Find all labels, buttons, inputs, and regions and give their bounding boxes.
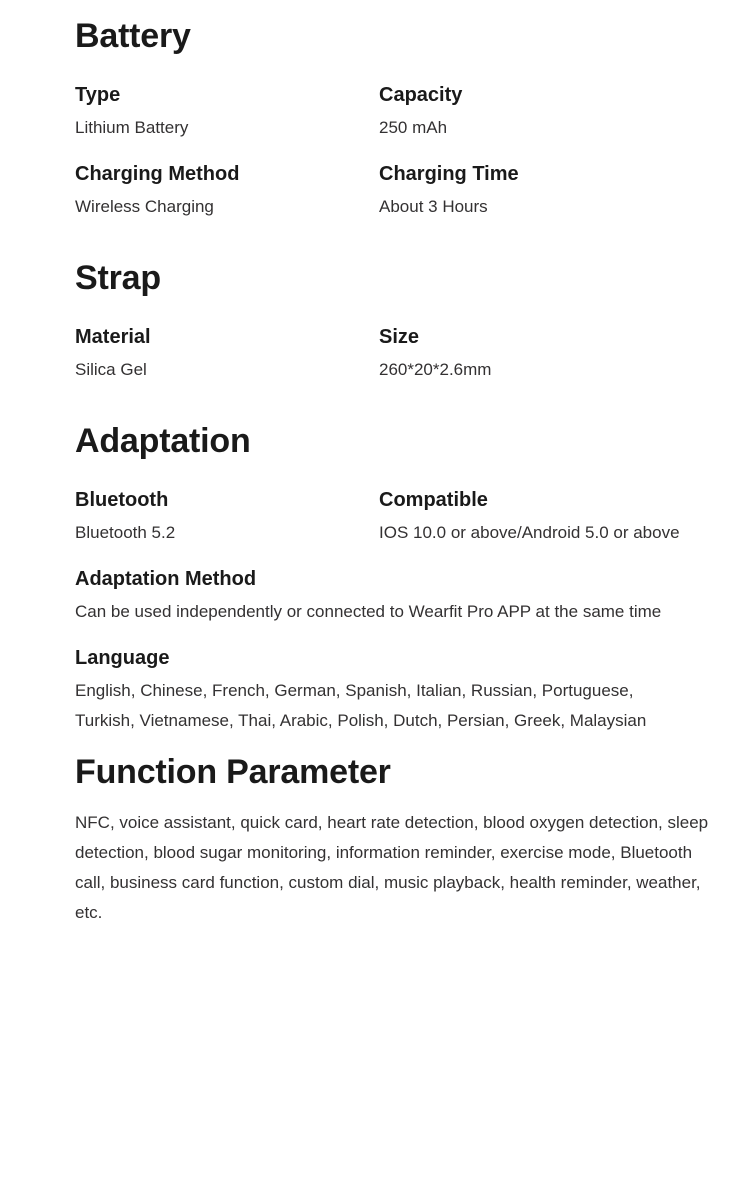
- spec-pair-type: Type Lithium Battery: [75, 82, 379, 143]
- section-title-function-parameter: Function Parameter: [75, 753, 391, 791]
- spec-block-adaptation-method: Adaptation Method Can be used independen…: [75, 566, 710, 627]
- spec-value: 250 mAh: [379, 118, 448, 137]
- spec-label: Compatible: [379, 489, 488, 511]
- spec-value: Wireless Charging: [75, 197, 214, 216]
- spec-row: Type Lithium Battery Capacity 250 mAh: [75, 82, 710, 143]
- spec-label: Adaptation Method: [75, 568, 257, 590]
- spec-pair-bluetooth: Bluetooth Bluetooth 5.2: [75, 487, 379, 548]
- spec-row: Material Silica Gel Size 260*20*2.6mm: [75, 324, 710, 385]
- section-title-battery: Battery: [75, 17, 191, 55]
- spec-label: Charging Method: [75, 163, 240, 185]
- spec-value: About 3 Hours: [379, 197, 488, 216]
- section-title-adaptation: Adaptation: [75, 422, 251, 460]
- spec-value: 260*20*2.6mm: [379, 360, 492, 379]
- spec-label: Bluetooth: [75, 489, 169, 511]
- spec-value: IOS 10.0 or above/Android 5.0 or above: [379, 523, 680, 542]
- spec-value: Lithium Battery: [75, 118, 189, 137]
- spec-pair-material: Material Silica Gel: [75, 324, 379, 385]
- spec-block-language: Language English, Chinese, French, Germa…: [75, 645, 710, 736]
- spec-sheet-page: Battery Type Lithium Battery Capacity 25…: [0, 0, 750, 1195]
- spec-value: English, Chinese, French, German, Spanis…: [75, 681, 647, 730]
- spec-pair-charging-method: Charging Method Wireless Charging: [75, 161, 379, 222]
- spec-value: Silica Gel: [75, 360, 147, 379]
- section-title-strap: Strap: [75, 259, 161, 297]
- spec-pair-size: Size 260*20*2.6mm: [379, 324, 710, 385]
- spec-row: Charging Method Wireless Charging Chargi…: [75, 161, 710, 222]
- spec-sheet-content: Battery Type Lithium Battery Capacity 25…: [0, 0, 750, 928]
- spec-label: Capacity: [379, 84, 463, 106]
- spec-label: Material: [75, 326, 151, 348]
- spec-label: Charging Time: [379, 163, 519, 185]
- function-parameter-text: NFC, voice assistant, quick card, heart …: [75, 813, 709, 922]
- spec-label: Size: [379, 326, 420, 348]
- spec-value: Bluetooth 5.2: [75, 523, 176, 542]
- spec-value: Can be used independently or connected t…: [75, 602, 662, 621]
- spec-pair-charging-time: Charging Time About 3 Hours: [379, 161, 710, 222]
- spec-row: Bluetooth Bluetooth 5.2 Compatible IOS 1…: [75, 487, 710, 548]
- spec-label: Type: [75, 84, 121, 106]
- spec-label: Language: [75, 647, 170, 669]
- spec-pair-capacity: Capacity 250 mAh: [379, 82, 710, 143]
- spec-pair-compatible: Compatible IOS 10.0 or above/Android 5.0…: [379, 487, 710, 548]
